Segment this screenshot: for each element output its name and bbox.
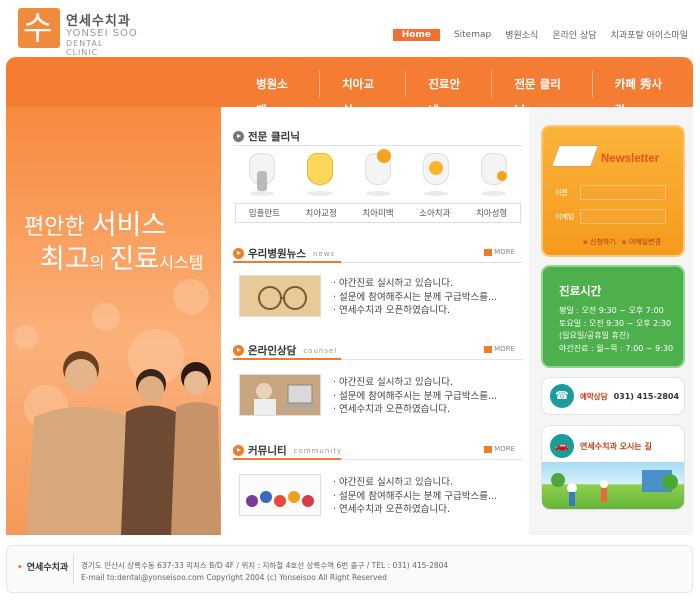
hero-illustration	[14, 279, 221, 535]
list-item[interactable]: 연세수치과 오픈하였습니다.	[333, 304, 497, 318]
arrow-icon	[233, 248, 244, 259]
tab-orthodontics[interactable]: 치아교정	[306, 207, 337, 219]
list-item[interactable]: 설문에 참여해주시는 분께 구급박스를...	[333, 490, 497, 504]
list-item[interactable]: 설문에 참여해주시는 분께 구급박스를...	[333, 291, 497, 305]
main-nav: 병원소개 치아교실 진료안내 전문 클리닉 카페 秀사랑	[234, 71, 693, 117]
hero-slogan-line2: 최고의 진료시스템	[40, 244, 204, 275]
office-hours-title: 진료시간	[559, 284, 602, 298]
pediatric-tooth-icon[interactable]	[419, 151, 453, 197]
hours-line: 토요일 : 오전 9:30 ~ 오후 2:30	[559, 318, 672, 328]
directions-box[interactable]: 🚗 연세수치과 오시는 길	[541, 425, 685, 510]
tab-implant[interactable]: 임플란트	[249, 207, 280, 219]
divider	[233, 358, 523, 360]
newsletter-book-icon	[550, 145, 600, 167]
community-thumbnail[interactable]	[239, 474, 321, 516]
counsel-more-link[interactable]: MORE	[484, 345, 515, 353]
counsel-title: 온라인상담 counsel	[233, 343, 337, 358]
counsel-thumbnail[interactable]	[239, 374, 321, 416]
footer: 연세수치과 경기도 안산시 상록수동 637-33 리치스 B/D 4F / 위…	[6, 545, 693, 593]
counsel-list: 야간진료 실시하고 있습니다. 설문에 참여해주시는 분께 구급박스를... 연…	[233, 368, 523, 428]
logo-english-name: YONSEI SOO	[66, 28, 138, 39]
sidebar: Newsletter 이름 이메일 신청하기 이메일변경 진료시간 평일 : 오…	[529, 107, 693, 535]
mainnav-about[interactable]: 병원소개	[234, 71, 319, 117]
hours-line: 평일 : 오전 9:30 ~ 오후 7:00	[559, 306, 664, 315]
list-item[interactable]: 연세수치과 오픈하였습니다.	[333, 403, 497, 417]
list-item[interactable]: 야간진료 실시하고 있습니다.	[333, 476, 497, 490]
news-title: 우리병원뉴스 news	[233, 246, 335, 261]
phone-icon: ☎	[550, 384, 574, 408]
reservation-number: 031) 415-2804	[613, 391, 680, 401]
list-item[interactable]: 야간진료 실시하고 있습니다.	[333, 277, 497, 291]
community-more-link[interactable]: MORE	[484, 445, 515, 453]
car-icon: 🚗	[550, 434, 574, 458]
newsletter-title: Newsletter	[601, 153, 660, 165]
community-list: 야간진료 실시하고 있습니다. 설문에 참여해주시는 분께 구급박스를... 연…	[233, 468, 523, 528]
mainnav-cafe[interactable]: 카페 秀사랑	[591, 71, 693, 117]
implant-tooth-icon[interactable]	[245, 151, 279, 197]
arrow-icon	[233, 445, 244, 456]
logo-english-sub: DENTAL CLINIC	[66, 39, 104, 57]
top-nav: Home Sitemap 병원소식 온라인 상담 치과포탈 아이스마일	[392, 28, 688, 41]
news-thumbnail[interactable]	[239, 275, 321, 317]
divider	[233, 458, 523, 460]
topnav-home[interactable]: Home	[392, 28, 440, 41]
change-email-link[interactable]: 이메일변경	[622, 237, 661, 247]
list-item[interactable]: 야간진료 실시하고 있습니다.	[333, 376, 497, 390]
newsletter-box: Newsletter 이름 이메일 신청하기 이메일변경	[541, 125, 685, 257]
hours-line: 야간진료 : 월~목 : 7:00 ~ 9:30	[559, 343, 674, 353]
orthodontic-tooth-icon[interactable]	[303, 151, 337, 197]
office-hours-box: 진료시간 평일 : 오전 9:30 ~ 오후 7:00 토요일 : 오전 9:3…	[541, 265, 685, 368]
plus-icon	[484, 345, 493, 353]
arrow-icon	[233, 345, 244, 356]
directions-label: 연세수치과 오시는 길	[580, 441, 652, 451]
footer-copyright[interactable]: E-mail to:dental@yonseisoo.com Copyright…	[81, 572, 448, 584]
logo-korean-name: 연세수치과	[66, 14, 131, 29]
name-label: 이름	[555, 188, 568, 197]
main-content: 전문 클리닉 임플란트 치아교정 치아미백 소아치과 치아성형 우리병원뉴스 ne…	[221, 107, 529, 535]
whitening-tooth-icon[interactable]	[361, 149, 395, 197]
subscribe-link[interactable]: 신청하기	[583, 237, 616, 247]
mainnav-treatment[interactable]: 진료안내	[405, 71, 491, 117]
list-item[interactable]: 설문에 참여해주시는 분께 구급박스를...	[333, 390, 497, 404]
reservation-phone[interactable]: ☎ 예약상담 031) 415-2804	[541, 377, 685, 415]
arrow-icon	[233, 131, 244, 142]
topnav-online-counsel[interactable]: 온라인 상담	[552, 28, 596, 41]
community-title: 커뮤니티 community	[233, 443, 342, 458]
divider	[73, 554, 74, 584]
email-label: 이메일	[555, 212, 575, 221]
list-item[interactable]: 연세수치과 오픈하였습니다.	[333, 503, 497, 517]
tab-cosmetic[interactable]: 치아성형	[476, 207, 507, 219]
plus-icon	[484, 445, 493, 453]
clinic-title: 전문 클리닉	[233, 129, 300, 144]
news-list: 야간진료 실시하고 있습니다. 설문에 참여해주시는 분께 구급박스를... 연…	[233, 269, 523, 329]
topnav-news[interactable]: 병원소식	[505, 28, 538, 41]
newsletter-email-input[interactable]	[580, 209, 667, 224]
clinic-tabs: 임플란트 치아교정 치아미백 소아치과 치아성형	[235, 203, 521, 223]
tab-pediatric[interactable]: 소아치과	[419, 207, 450, 219]
footer-address: 경기도 안산시 상록수동 637-33 리치스 B/D 4F / 위치 : 지하…	[81, 561, 449, 570]
divider	[233, 145, 523, 146]
plus-icon	[484, 248, 493, 256]
hero-banner: 편안한 서비스 최고의 진료시스템	[6, 107, 221, 535]
newsletter-name-input[interactable]	[579, 185, 666, 200]
tab-whitening[interactable]: 치아미백	[362, 207, 393, 219]
main-frame: 병원소개 치아교실 진료안내 전문 클리닉 카페 秀사랑 편안한 서비스 최고의…	[6, 57, 693, 535]
directions-illustration	[542, 462, 684, 509]
mainnav-clinic[interactable]: 전문 클리닉	[491, 71, 591, 117]
site-logo[interactable]: 수 연세수치과 YONSEI SOO DENTAL CLINIC	[18, 8, 138, 57]
reservation-label: 예약상담	[580, 391, 608, 401]
mainnav-dental-class[interactable]: 치아교실	[319, 71, 405, 117]
clinic-icons	[233, 149, 523, 201]
divider	[233, 261, 523, 263]
cosmetic-tooth-icon[interactable]	[477, 151, 511, 197]
logo-mark: 수	[18, 8, 60, 48]
footer-clinic-name: 연세수치과	[17, 560, 68, 573]
news-more-link[interactable]: MORE	[484, 248, 515, 256]
topnav-portal[interactable]: 치과포탈 아이스마일	[611, 28, 688, 41]
topnav-sitemap[interactable]: Sitemap	[454, 30, 491, 40]
hours-line: (일요일/공휴일 휴진)	[559, 331, 630, 340]
